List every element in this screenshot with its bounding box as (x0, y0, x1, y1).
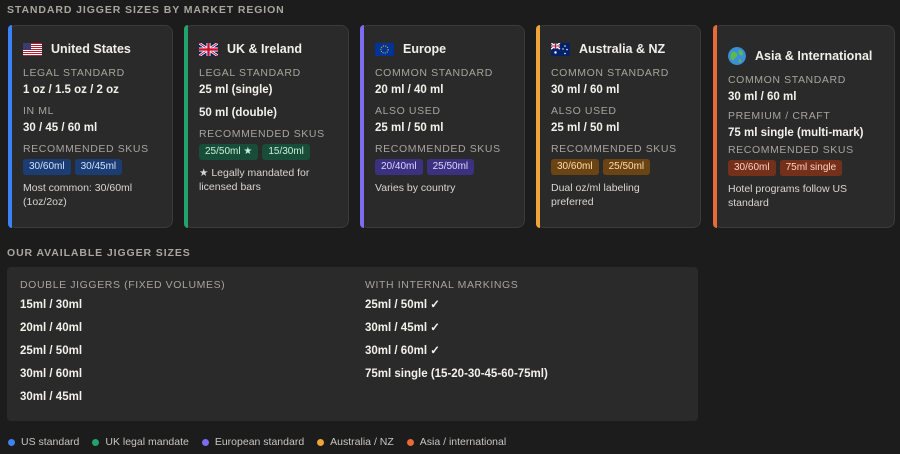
value-also-used: 25 ml / 50 ml (551, 122, 620, 134)
region-name: Europe (403, 42, 447, 56)
list-item: 20ml / 40ml (20, 322, 83, 334)
region-card-europe: Europe COMMON STANDARD 20 ml / 40 ml ALS… (360, 25, 525, 228)
label-legal-standard: LEGAL STANDARD (199, 67, 301, 79)
legend-label: UK legal mandate (105, 436, 189, 448)
region-cards: United States LEGAL STANDARD 1 oz / 1.5 … (8, 25, 895, 230)
list-item: 30ml / 45ml ✓ (365, 322, 440, 334)
legend-item: UK legal mandate (92, 436, 189, 448)
sku-badge[interactable]: 25/50ml (602, 159, 651, 175)
list-item: 25ml / 50ml ✓ (365, 299, 440, 311)
available-sizes-title: OUR AVAILABLE JIGGER SIZES (7, 247, 191, 259)
double-jiggers-header: DOUBLE JIGGERS (FIXED VOLUMES) (20, 279, 226, 291)
list-item: 15ml / 30ml (20, 299, 83, 311)
label-recommended-skus: RECOMMENDED SKUS (375, 143, 501, 155)
value-common-standard: 20 ml / 40 ml (375, 84, 444, 96)
value-single: 25 ml (single) (199, 84, 273, 96)
legend-dot (8, 438, 15, 446)
legend-item: US standard (8, 436, 79, 448)
legend-label: European standard (214, 436, 305, 448)
region-note: Varies by country (375, 182, 456, 194)
value-legal-standard: 1 oz / 1.5 oz / 2 oz (23, 84, 119, 96)
legend-label: US standard (21, 436, 80, 448)
sku-badge[interactable]: 25/50ml ★ (199, 144, 259, 160)
available-sizes-panel: DOUBLE JIGGERS (FIXED VOLUMES) 15ml / 30… (7, 267, 698, 421)
region-name: United States (51, 42, 131, 56)
value-double: 50 ml (double) (199, 107, 277, 119)
sku-badge[interactable]: 15/30ml (262, 144, 310, 160)
legend-label: Australia / NZ (330, 436, 394, 448)
accent-bar (536, 25, 540, 228)
sku-badge[interactable]: 30/45ml (74, 159, 123, 175)
value-common-standard: 30 ml / 60 ml (728, 91, 797, 103)
region-name: Australia & NZ (579, 42, 666, 56)
legend-item: Australia / NZ (317, 436, 394, 448)
label-common-standard: COMMON STANDARD (375, 67, 493, 79)
region-card-australia: Australia & NZ COMMON STANDARD 30 ml / 6… (536, 25, 701, 228)
list-item: 75ml single (15-20-30-45-60-75ml) (365, 368, 548, 380)
eu-flag-icon (375, 42, 394, 56)
accent-bar (184, 25, 188, 228)
value-also-used: 25 ml / 50 ml (375, 122, 444, 134)
sku-badge[interactable]: 30/60ml (728, 160, 776, 176)
marked-jiggers-column: WITH INTERNAL MARKINGS 25ml / 50ml ✓ 30m… (365, 279, 548, 390)
legend: US standard UK legal mandate European st… (8, 436, 506, 448)
sku-badge[interactable]: 25/50ml (426, 159, 475, 175)
label-recommended-skus: RECOMMENDED SKUS (23, 143, 149, 155)
globe-icon (728, 47, 746, 65)
label-common-standard: COMMON STANDARD (551, 67, 669, 79)
label-recommended-skus: RECOMMENDED SKUS (551, 143, 677, 155)
sku-badge[interactable]: 30/60ml (23, 159, 71, 175)
accent-bar (8, 25, 12, 228)
sku-badge[interactable]: 30/60ml (551, 159, 599, 175)
value-in-ml: 30 / 45 / 60 ml (23, 122, 98, 134)
label-common-standard: COMMON STANDARD (728, 74, 846, 86)
label-also-used: ALSO USED (551, 105, 617, 117)
region-card-asia: Asia & International COMMON STANDARD 30 … (713, 25, 895, 228)
marked-jiggers-header: WITH INTERNAL MARKINGS (365, 279, 519, 291)
label-recommended-skus: RECOMMENDED SKUS (728, 144, 854, 156)
region-note: ★ Legally mandated for licensed bars (199, 167, 310, 193)
list-item: 30ml / 45ml (20, 391, 83, 403)
region-name: UK & Ireland (227, 42, 303, 56)
uk-flag-icon (199, 42, 218, 56)
region-card-us: United States LEGAL STANDARD 1 oz / 1.5 … (8, 25, 173, 228)
value-common-standard: 30 ml / 60 ml (551, 84, 620, 96)
region-note: Dual oz/ml labeling preferred (551, 182, 640, 208)
list-item: 30ml / 60ml ✓ (365, 345, 440, 357)
page-title: STANDARD JIGGER SIZES BY MARKET REGION (7, 4, 285, 16)
label-recommended-skus: RECOMMENDED SKUS (199, 128, 325, 140)
us-flag-icon (23, 42, 42, 56)
au-flag-icon (551, 42, 570, 56)
region-note: Hotel programs follow US standard (728, 183, 848, 209)
legend-dot (92, 438, 100, 446)
sku-badge[interactable]: 75ml single (779, 160, 843, 176)
list-item: 30ml / 60ml (20, 368, 83, 380)
accent-bar (360, 25, 364, 228)
value-premium-craft: 75 ml single (multi-mark) (728, 127, 864, 139)
label-premium-craft: PREMIUM / CRAFT (728, 110, 831, 122)
region-card-uk: UK & Ireland LEGAL STANDARD 25 ml (singl… (184, 25, 349, 228)
legend-dot (201, 438, 209, 446)
legend-label: Asia / international (419, 436, 507, 448)
label-also-used: ALSO USED (375, 105, 441, 117)
legend-dot (406, 438, 414, 446)
label-in-ml: IN ML (23, 105, 55, 117)
label-legal-standard: LEGAL STANDARD (23, 67, 125, 79)
legend-dot (317, 438, 325, 446)
double-jiggers-column: DOUBLE JIGGERS (FIXED VOLUMES) 15ml / 30… (20, 279, 225, 413)
accent-bar (713, 25, 717, 228)
legend-item: European standard (201, 436, 305, 448)
list-item: 25ml / 50ml (20, 345, 83, 357)
legend-item: Asia / international (406, 436, 507, 448)
region-name: Asia & International (755, 49, 873, 63)
sku-badge[interactable]: 20/40ml (375, 159, 423, 175)
region-note: Most common: 30/60ml (1oz/2oz) (23, 182, 133, 208)
